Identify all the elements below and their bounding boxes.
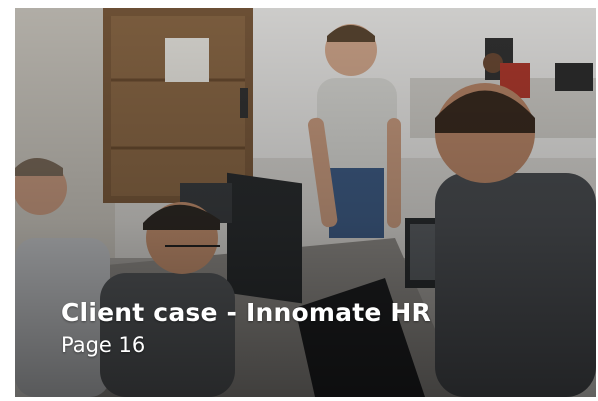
- card-title[interactable]: Client case - Innomate HR: [61, 298, 431, 328]
- client-case-card[interactable]: Client case - Innomate HR Page 16: [15, 8, 596, 397]
- card-page-label: Page 16: [61, 333, 146, 357]
- card-caption: Client case - Innomate HR Page 16: [61, 298, 431, 358]
